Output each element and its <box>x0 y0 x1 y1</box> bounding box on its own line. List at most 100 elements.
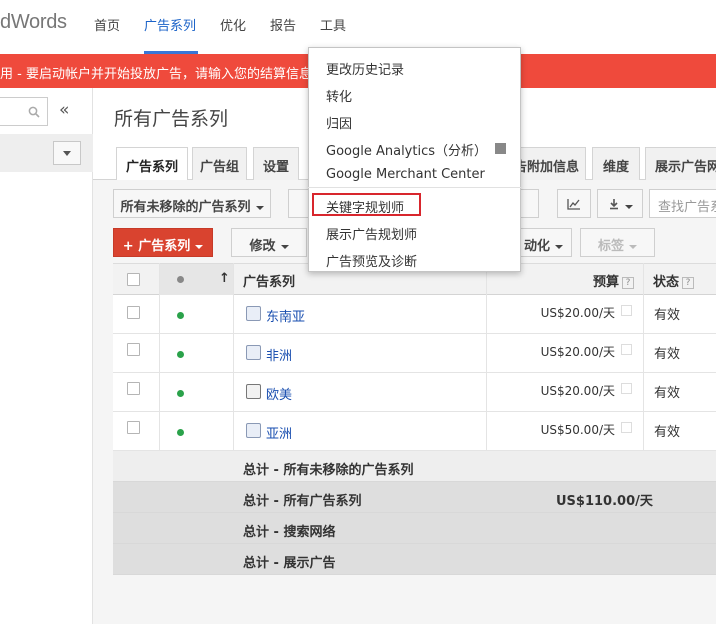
nav-optimize[interactable]: 优化 <box>220 15 246 34</box>
column-divider <box>159 263 160 451</box>
menu-item-change-history[interactable]: 更改历史记录 <box>326 59 404 78</box>
budget-value: US$50.00/天 <box>540 423 615 437</box>
total-row: 总计 - 所有广告系列 US$110.00/天 <box>113 482 716 513</box>
campaign-search-input[interactable]: 查找广告系 <box>649 189 716 218</box>
budget-column-header[interactable]: 预算? <box>593 271 635 290</box>
campaign-link[interactable]: 东南亚 <box>266 306 305 325</box>
tab-dimensions[interactable]: 维度 <box>592 147 640 180</box>
adwords-logo[interactable]: dWords <box>0 11 67 34</box>
status-enabled-dot-icon <box>177 312 184 319</box>
total-label: 总计 - 展示广告 <box>243 556 336 571</box>
tab-display-network[interactable]: 展示广告网 <box>645 147 716 180</box>
help-icon[interactable]: ? <box>622 276 635 289</box>
budget-header-label: 预算 <box>593 275 620 290</box>
tab-settings[interactable]: 设置 <box>253 147 299 180</box>
budget-value: US$20.00/天 <box>540 306 615 320</box>
row-checkbox[interactable] <box>127 421 140 434</box>
menu-item-google-analytics[interactable]: Google Analytics（分析） <box>326 140 487 159</box>
tab-ad-groups[interactable]: 广告组 <box>192 147 247 180</box>
edit-label: 修改 <box>249 239 276 254</box>
sidebar-dropdown-button[interactable] <box>53 141 81 165</box>
chart-toggle-button[interactable] <box>557 189 591 218</box>
sidebar-search-input[interactable] <box>0 97 48 126</box>
total-label: 总计 - 所有未移除的广告系列 <box>243 463 414 478</box>
help-icon[interactable]: ? <box>682 276 695 289</box>
campaign-filter-dropdown[interactable]: 所有未移除的广告系列 <box>113 189 271 218</box>
nav-reports[interactable]: 报告 <box>270 15 296 34</box>
select-all-checkbox[interactable] <box>127 273 140 286</box>
chevron-down-icon <box>280 244 289 249</box>
column-divider <box>233 263 234 451</box>
status-value: 有效 <box>654 425 681 440</box>
menu-item-attribution[interactable]: 归因 <box>326 113 352 132</box>
total-row: 总计 - 展示广告 <box>113 544 716 575</box>
edit-budget-icon[interactable] <box>621 344 632 355</box>
sort-arrow-icon: ↑ <box>219 271 230 286</box>
edit-budget-icon[interactable] <box>621 422 632 433</box>
table-row: 东南亚 US$20.00/天 有效 <box>113 295 716 334</box>
filter-label: 所有未移除的广告系列 <box>120 200 251 215</box>
campaign-link[interactable]: 亚洲 <box>266 423 292 442</box>
campaign-link[interactable]: 欧美 <box>266 384 292 403</box>
status-dot-icon <box>177 276 184 283</box>
total-budget-value: US$110.00/天 <box>556 494 653 509</box>
chevron-down-icon <box>624 204 633 209</box>
table-row: 非洲 US$20.00/天 有效 <box>113 334 716 373</box>
status-enabled-dot-icon <box>177 429 184 436</box>
total-row: 总计 - 搜索网络 <box>113 513 716 544</box>
search-icon <box>28 106 40 118</box>
budget-value: US$20.00/天 <box>540 345 615 359</box>
add-campaign-label: + 广告系列 <box>122 239 191 254</box>
search-campaign-icon <box>246 345 261 360</box>
nav-tools[interactable]: 工具 <box>320 15 346 34</box>
edit-budget-icon[interactable] <box>621 305 632 316</box>
automate-label: 动化 <box>523 239 550 254</box>
row-checkbox[interactable] <box>127 306 140 319</box>
menu-item-merchant-center[interactable]: Google Merchant Center <box>326 167 485 182</box>
row-checkbox[interactable] <box>127 343 140 356</box>
chevron-down-icon <box>195 244 204 249</box>
table-row: 欧美 US$20.00/天 有效 <box>113 373 716 412</box>
labels-label: 标签 <box>597 239 624 254</box>
display-campaign-icon <box>246 384 261 399</box>
line-chart-icon <box>567 199 580 210</box>
add-campaign-button[interactable]: + 广告系列 <box>113 228 213 257</box>
collapse-sidebar-button[interactable]: « <box>59 100 69 120</box>
tab-campaigns[interactable]: 广告系列 <box>116 147 188 181</box>
table-row: 亚洲 US$50.00/天 有效 <box>113 412 716 451</box>
menu-divider <box>308 187 521 188</box>
edit-budget-icon[interactable] <box>621 383 632 394</box>
status-header-label: 状态 <box>653 275 680 290</box>
column-divider <box>486 263 487 451</box>
keyword-planner-highlight <box>312 193 421 216</box>
chevron-down-icon <box>255 205 264 210</box>
search-campaign-icon <box>246 423 261 438</box>
status-value: 有效 <box>654 386 681 401</box>
status-value: 有效 <box>654 308 681 323</box>
total-label: 总计 - 搜索网络 <box>243 525 336 540</box>
nav-campaigns[interactable]: 广告系列 <box>144 15 196 34</box>
download-icon <box>609 199 618 210</box>
external-link-icon <box>495 143 506 154</box>
search-campaign-icon <box>246 306 261 321</box>
chevron-down-icon <box>555 244 563 249</box>
tools-dropdown-menu: 更改历史记录 转化 归因 Google Analytics（分析） Google… <box>308 47 521 272</box>
status-sort-column[interactable]: ↑ <box>159 264 234 295</box>
status-value: 有效 <box>654 347 681 362</box>
download-button[interactable] <box>597 189 643 218</box>
edit-button[interactable]: 修改 <box>231 228 307 257</box>
chevron-down-icon <box>63 151 71 156</box>
row-checkbox[interactable] <box>127 382 140 395</box>
nav-home[interactable]: 首页 <box>94 15 120 34</box>
labels-button[interactable]: 标签 <box>580 228 655 257</box>
status-column-header[interactable]: 状态? <box>653 271 695 290</box>
status-enabled-dot-icon <box>177 351 184 358</box>
menu-item-display-planner[interactable]: 展示广告规划师 <box>326 224 417 243</box>
campaign-column-header[interactable]: 广告系列 <box>243 271 295 290</box>
menu-item-conversions[interactable]: 转化 <box>326 86 352 105</box>
menu-item-ad-preview[interactable]: 广告预览及诊断 <box>326 251 417 270</box>
total-label: 总计 - 所有广告系列 <box>243 494 362 509</box>
status-enabled-dot-icon <box>177 390 184 397</box>
campaign-link[interactable]: 非洲 <box>266 345 292 364</box>
chevron-down-icon <box>629 244 637 249</box>
